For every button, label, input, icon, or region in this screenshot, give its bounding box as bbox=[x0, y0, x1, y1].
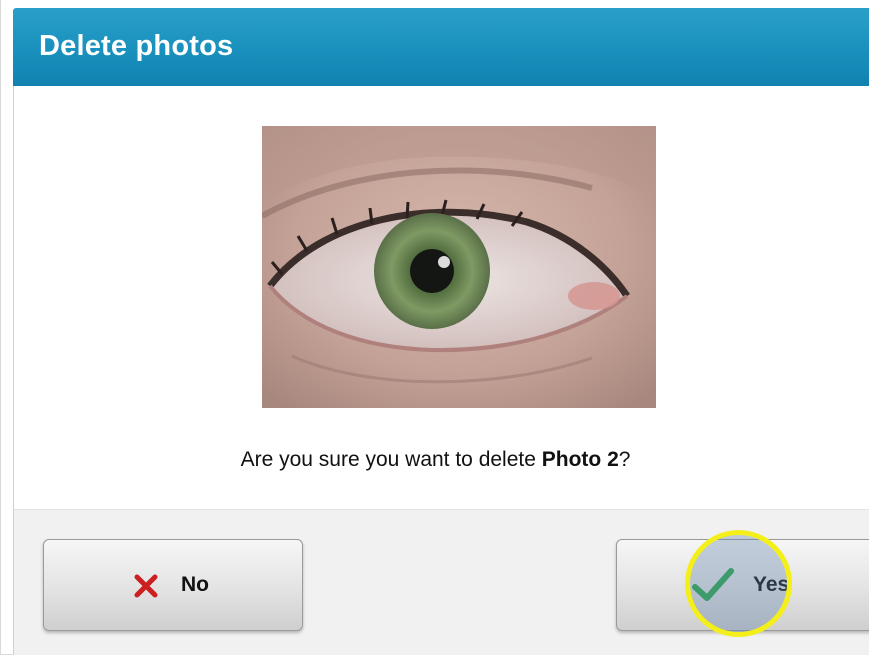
eye-photo-thumbnail bbox=[262, 126, 656, 408]
confirmation-prefix: Are you sure you want to delete bbox=[240, 448, 542, 471]
confirmation-suffix: ? bbox=[618, 448, 631, 471]
checkmark-icon bbox=[692, 567, 734, 608]
x-icon bbox=[134, 574, 158, 603]
no-button-label: No bbox=[181, 573, 209, 596]
no-button[interactable]: No bbox=[43, 539, 303, 631]
eye-photo-image bbox=[262, 126, 656, 408]
dialog-title-bar: Delete photos bbox=[13, 8, 869, 86]
delete-photos-dialog: Delete photos Are you sure you want to d… bbox=[0, 0, 869, 655]
confirmation-message: Are you sure you want to delete Photo 2? bbox=[1, 448, 869, 472]
photo-name: Photo 2 bbox=[541, 448, 619, 471]
dialog-title: Delete photos bbox=[39, 30, 234, 62]
yes-button-label: Yes bbox=[753, 573, 790, 596]
yes-button[interactable]: Yes bbox=[616, 539, 869, 631]
